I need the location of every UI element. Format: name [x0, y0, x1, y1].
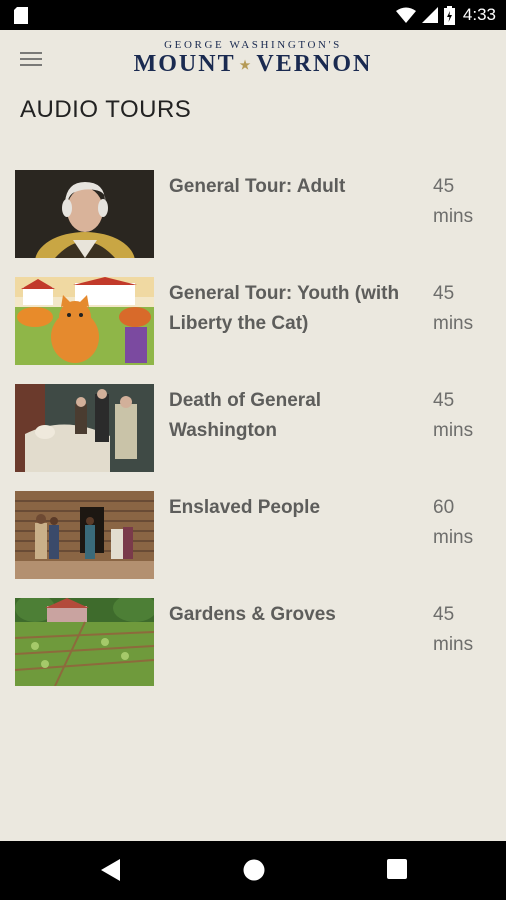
home-icon[interactable] — [243, 859, 265, 881]
logo-star-icon: ★ — [239, 58, 253, 73]
tour-duration: 45 mins — [433, 172, 493, 232]
tour-thumbnail-washington-portrait — [15, 170, 154, 258]
duration-value: 45 — [433, 283, 455, 304]
tour-item-death-of-washington[interactable]: Death of General Washington 45 mins — [0, 384, 506, 474]
tour-item-general-adult[interactable]: General Tour: Adult 45 mins — [0, 170, 506, 260]
tour-duration: 45 mins — [433, 279, 493, 339]
duration-unit: mins — [433, 527, 474, 548]
logo-title: MOUNT ★ VERNON — [0, 51, 506, 78]
back-icon[interactable] — [101, 859, 121, 881]
tour-title: Enslaved People — [169, 497, 321, 518]
duration-unit: mins — [433, 206, 474, 227]
logo-word-mount: MOUNT — [133, 51, 236, 77]
duration-unit: mins — [433, 313, 474, 334]
cell-signal-icon — [421, 7, 438, 23]
logo-subtitle: GEORGE WASHINGTON'S — [164, 39, 342, 51]
tour-title: Gardens & Groves — [169, 604, 336, 625]
duration-value: 45 — [433, 390, 455, 411]
duration-unit: mins — [433, 420, 474, 441]
tour-thumbnail-liberty-cat — [15, 277, 154, 365]
status-bar: 4:33 — [0, 0, 506, 30]
tour-thumbnail-log-cabin — [15, 491, 154, 579]
tour-item-general-youth[interactable]: General Tour: Youth (with Liberty the Ca… — [0, 277, 506, 367]
tour-thumbnail-gardens — [15, 598, 154, 686]
tour-thumbnail-deathbed-painting — [15, 384, 154, 472]
battery-icon — [443, 5, 455, 25]
tour-item-enslaved-people[interactable]: Enslaved People 60 mins — [0, 491, 506, 581]
tour-title: Death of General Washington — [169, 390, 322, 441]
wifi-icon — [395, 7, 416, 23]
logo-word-vernon: VERNON — [256, 51, 373, 77]
app-bar: GEORGE WASHINGTON'S MOUNT ★ VERNON — [0, 30, 506, 90]
tour-duration: 45 mins — [433, 600, 493, 660]
page-title: AUDIO TOURS — [20, 96, 192, 123]
duration-value: 45 — [433, 176, 455, 197]
sd-card-icon — [14, 7, 28, 24]
duration-value: 60 — [433, 497, 455, 518]
tour-title: General Tour: Youth (with Liberty the Ca… — [169, 283, 400, 334]
tour-duration: 60 mins — [433, 493, 493, 553]
tour-item-gardens-groves[interactable]: Gardens & Groves 45 mins — [0, 598, 506, 688]
mount-vernon-logo: GEORGE WASHINGTON'S MOUNT ★ VERNON — [0, 39, 506, 78]
clock-time: 4:33 — [462, 5, 496, 24]
duration-value: 45 — [433, 604, 455, 625]
system-nav-bar — [0, 841, 506, 900]
tour-title: General Tour: Adult — [169, 176, 346, 197]
tour-duration: 45 mins — [433, 386, 493, 446]
recents-icon[interactable] — [387, 859, 407, 879]
duration-unit: mins — [433, 634, 474, 655]
